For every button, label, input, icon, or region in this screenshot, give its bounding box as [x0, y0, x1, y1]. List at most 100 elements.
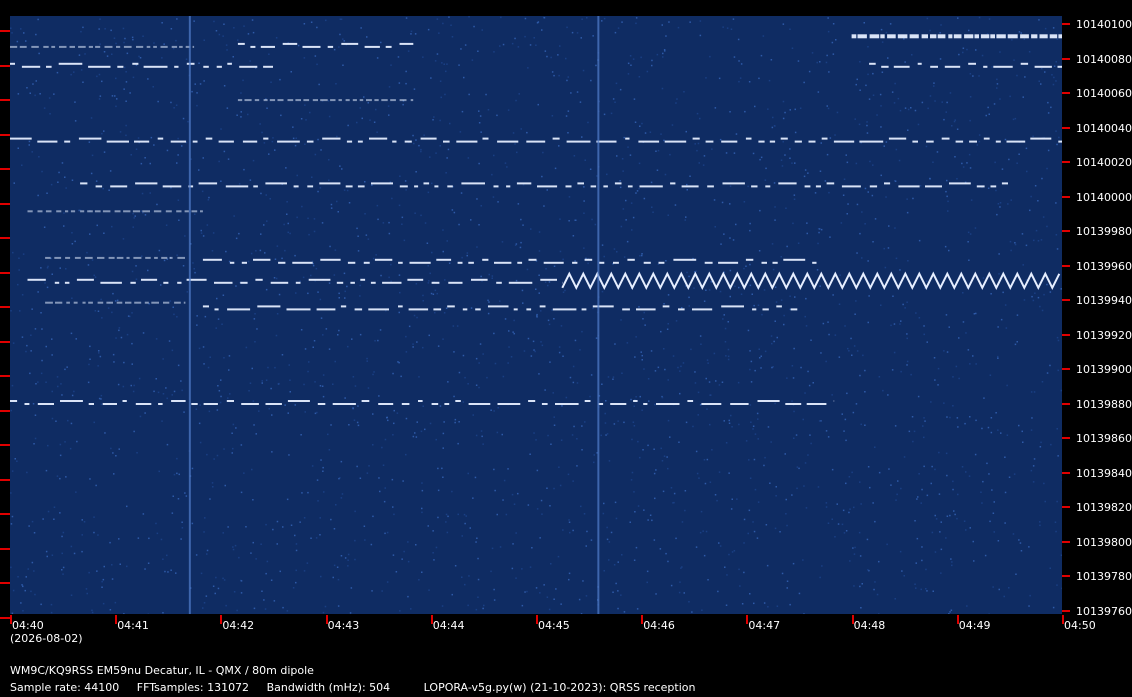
noise-speck: [793, 410, 795, 413]
noise-speck: [115, 455, 117, 457]
noise-speck: [1032, 299, 1035, 302]
noise-speck: [949, 514, 951, 517]
signal-segment: [132, 62, 139, 65]
noise-speck: [906, 333, 908, 335]
footer-info: Sample rate: 44100 FFTsamples: 131072 Ba…: [10, 681, 709, 694]
noise-speck: [895, 499, 897, 501]
noise-speck: [767, 426, 770, 428]
signal-trace-zigzag: [561, 271, 1061, 291]
noise-speck: [71, 179, 74, 181]
noise-speck: [467, 157, 470, 159]
signal-segment: [58, 62, 83, 65]
noise-speck: [906, 301, 908, 303]
noise-speck: [346, 189, 349, 192]
noise-speck: [226, 107, 229, 109]
noise-speck: [322, 611, 325, 614]
noise-speck: [88, 363, 90, 366]
noise-speck: [48, 97, 51, 99]
noise-speck: [410, 608, 412, 610]
noise-speck: [802, 418, 804, 421]
frequency-tick: [1062, 126, 1070, 129]
noise-speck: [587, 121, 589, 124]
noise-speck: [632, 58, 635, 60]
noise-speck: [639, 255, 641, 257]
noise-speck: [62, 573, 64, 575]
noise-speck: [709, 55, 711, 58]
noise-speck: [956, 128, 959, 130]
signal-segment: [347, 261, 356, 264]
noise-speck: [547, 434, 549, 437]
noise-speck: [637, 505, 640, 507]
noise-speck: [953, 120, 956, 123]
noise-speck: [57, 385, 59, 388]
noise-speck: [562, 291, 565, 293]
noise-speck: [330, 207, 333, 209]
noise-speck: [265, 194, 267, 196]
signal-segment: [320, 99, 328, 102]
noise-speck: [510, 356, 513, 358]
noise-speck: [633, 425, 636, 427]
noise-speck: [641, 409, 643, 411]
noise-speck: [295, 292, 297, 294]
noise-speck: [163, 259, 166, 262]
noise-speck: [962, 292, 964, 294]
noise-speck: [435, 152, 437, 154]
noise-speck: [74, 101, 76, 103]
noise-speck: [684, 509, 686, 512]
signal-segment: [513, 308, 518, 311]
noise-speck: [413, 88, 416, 90]
noise-speck: [661, 87, 664, 90]
noise-speck: [761, 313, 763, 316]
noise-speck: [203, 363, 205, 365]
signal-segment: [46, 65, 52, 68]
noise-speck: [50, 611, 53, 614]
noise-speck: [551, 115, 554, 117]
signal-segment: [88, 65, 111, 68]
noise-speck: [216, 297, 218, 300]
noise-speck: [11, 470, 14, 472]
noise-speck: [633, 98, 636, 100]
noise-speck: [544, 389, 546, 391]
noise-speck: [538, 231, 541, 233]
noise-speck: [102, 578, 105, 581]
noise-speck: [1043, 293, 1045, 296]
noise-speck: [18, 269, 20, 271]
noise-speck: [638, 76, 641, 78]
noise-speck: [472, 497, 474, 499]
noise-speck: [111, 564, 113, 566]
signal-segment: [183, 301, 186, 304]
noise-speck: [858, 123, 861, 126]
noise-speck: [372, 444, 374, 446]
noise-speck: [170, 569, 172, 571]
noise-speck: [652, 211, 654, 213]
noise-speck: [320, 575, 322, 578]
signal-segment: [516, 182, 532, 185]
noise-speck: [89, 358, 91, 360]
station-info: WM9C/KQ9RSS EM59nu Decatur, IL - QMX / 8…: [10, 664, 314, 677]
noise-speck: [676, 98, 678, 100]
noise-speck: [781, 572, 784, 575]
noise-speck: [281, 354, 284, 356]
noise-speck: [1032, 465, 1035, 467]
noise-speck: [371, 590, 373, 592]
noise-speck: [732, 239, 735, 241]
noise-speck: [360, 27, 362, 29]
noise-speck: [951, 564, 953, 567]
noise-speck: [989, 374, 992, 376]
noise-speck: [934, 551, 937, 553]
noise-speck: [115, 42, 117, 45]
noise-speck: [462, 401, 465, 403]
noise-speck: [252, 31, 255, 34]
noise-speck: [984, 554, 987, 557]
noise-speck: [287, 222, 289, 225]
noise-speck: [181, 389, 183, 392]
noise-speck: [686, 183, 688, 186]
noise-speck: [647, 519, 649, 521]
noise-speck: [586, 530, 588, 533]
noise-speck: [538, 292, 540, 294]
noise-speck: [212, 232, 215, 234]
noise-speck: [705, 77, 707, 79]
noise-speck: [359, 477, 362, 479]
noise-speck: [756, 412, 759, 415]
noise-speck: [665, 35, 667, 37]
